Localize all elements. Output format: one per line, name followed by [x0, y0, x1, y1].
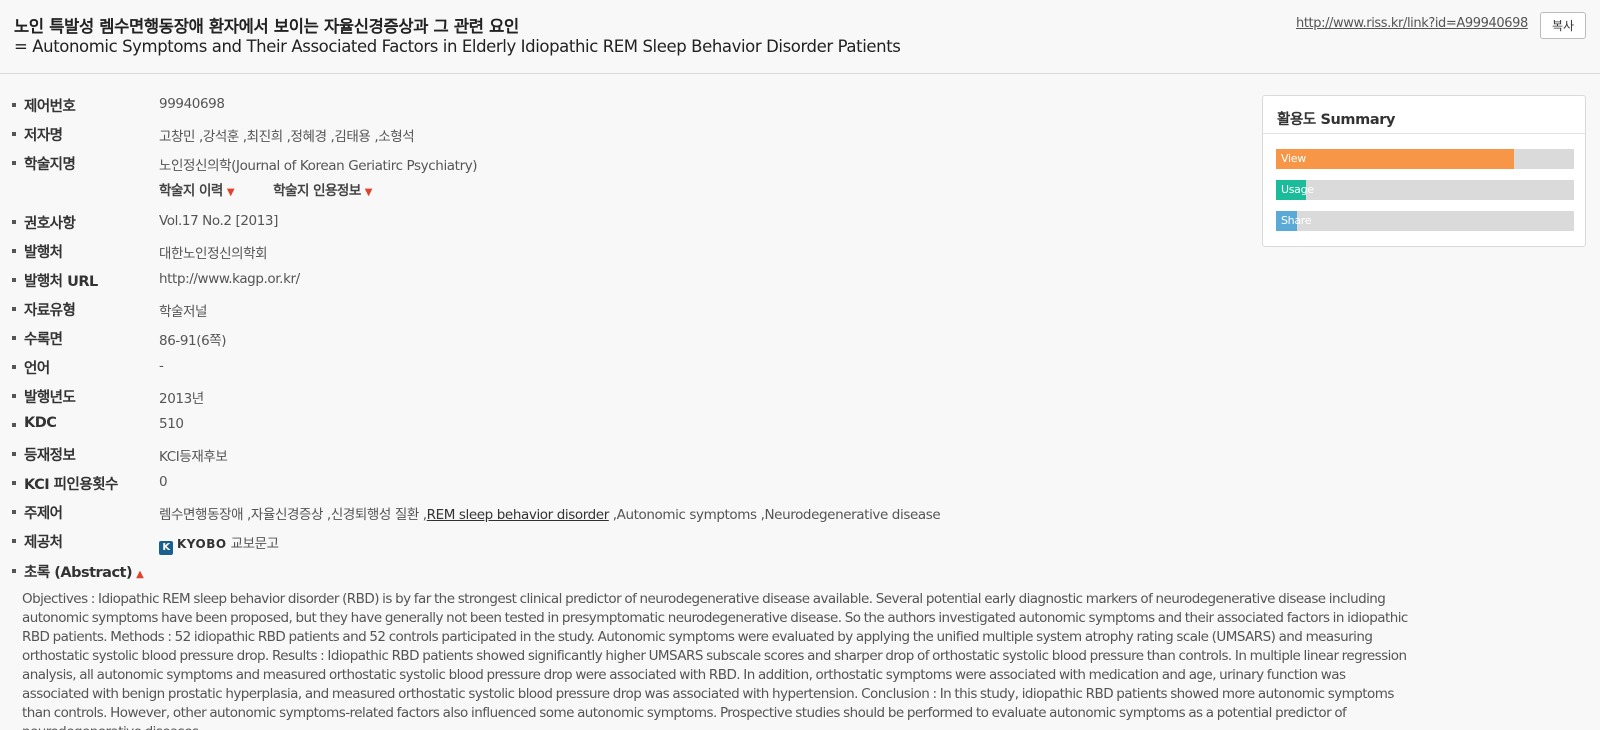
bullet-icon [12, 336, 16, 340]
field-label: KDC [24, 415, 57, 431]
bullet-icon [12, 481, 16, 485]
field-value: http://www.kagp.or.kr/ [159, 271, 300, 287]
bullet-icon [12, 278, 16, 282]
field-value: KCI등재후보 [159, 449, 228, 465]
copy-link-button[interactable]: 복사 [1540, 12, 1586, 39]
kyobo-logo-icon: K [159, 541, 173, 555]
summary-title: 활용도 Summary [1277, 112, 1396, 128]
field-language: 언어 - [0, 356, 1240, 378]
journal-sub-links: 학술지 이력 ▼ 학술지 인용정보 ▼ [159, 179, 372, 199]
journal-history-link[interactable]: 학술지 이력 ▼ [159, 179, 235, 199]
abstract-text: Objectives : Idiopathic REM sleep behavi… [22, 591, 1408, 730]
kyobo-brand: KYOBO [177, 537, 227, 551]
bullet-icon [12, 249, 16, 253]
bullet-icon [12, 307, 16, 311]
field-provider: 제공처 K KYOBO 교보문고 [0, 530, 1240, 555]
journal-citation-label: 학술지 인용정보 [273, 183, 361, 199]
bullet-icon [12, 365, 16, 369]
bullet-icon [12, 510, 16, 514]
field-value: 대한노인정신의학회 [159, 246, 268, 262]
usage-bar-label: Usage [1281, 183, 1314, 196]
field-label: 저자명 [24, 128, 63, 144]
field-label: 학술지명 [24, 157, 76, 173]
field-value: - [159, 358, 164, 374]
field-authors: 저자명 고창민 ,강석훈 ,최진희 ,정혜경 ,김태용 ,소형석 [0, 123, 1240, 145]
field-value: 2013년 [159, 391, 204, 407]
field-value: 고창민 ,강석훈 ,최진희 ,정혜경 ,김태용 ,소형석 [159, 129, 415, 145]
field-value: 노인정신의학(Journal of Korean Geriatirc Psych… [159, 158, 478, 174]
keywords-text: 렘수면행동장애 ,자율신경증상 ,신경퇴행성 질환 , [159, 507, 427, 523]
field-kdc: KDC 510 [0, 414, 1240, 436]
title-english: = Autonomic Symptoms and Their Associate… [14, 37, 901, 56]
field-label: 발행년도 [24, 390, 76, 406]
bullet-icon [12, 103, 16, 107]
field-label: 발행처 [24, 245, 63, 261]
field-value: 학술저널 [159, 304, 208, 320]
journal-citation-link[interactable]: 학술지 인용정보 ▼ [273, 179, 372, 199]
field-pages: 수록면 86-91(6쪽) [0, 327, 1240, 349]
title-korean: 노인 특발성 렘수면행동장애 환자에서 보이는 자율신경증상과 그 관련 요인 [14, 17, 519, 36]
provider-name: 교보문고 [230, 536, 279, 552]
field-volume: 권호사항 Vol.17 No.2 [2013] [0, 211, 1240, 233]
field-label: 발행처 URL [24, 274, 98, 290]
field-keywords: 주제어 렘수면행동장애 ,자율신경증상 ,신경퇴행성 질환 ,REM sleep… [0, 501, 1240, 523]
view-bar-fill [1276, 149, 1515, 169]
field-publisher: 발행처 대한노인정신의학회 [0, 240, 1240, 262]
bullet-icon [12, 161, 16, 165]
triangle-up-icon: ▲ [136, 569, 144, 580]
abstract-label: 초록 (Abstract) ▲ [24, 561, 144, 582]
provider-link[interactable]: K KYOBO 교보문고 [159, 532, 279, 555]
triangle-down-icon: ▼ [226, 187, 235, 198]
field-value: 렘수면행동장애 ,자율신경증상 ,신경퇴행성 질환 ,REM sleep beh… [159, 503, 941, 523]
field-publisher-url: 발행처 URL http://www.kagp.or.kr/ [0, 269, 1240, 291]
share-bar-label: Share [1281, 214, 1312, 227]
field-value: 0 [159, 474, 168, 490]
view-bar: View [1276, 149, 1574, 169]
field-label: 제어번호 [24, 99, 76, 115]
field-value: 99940698 [159, 96, 225, 112]
bullet-icon [12, 220, 16, 224]
field-label: 권호사항 [24, 216, 76, 232]
field-value: Vol.17 No.2 [2013] [159, 213, 278, 229]
bullet-icon [12, 132, 16, 136]
field-control-no: 제어번호 99940698 [0, 94, 1240, 116]
journal-history-label: 학술지 이력 [159, 183, 223, 199]
field-label: 제공처 [24, 535, 63, 551]
field-registration: 등재정보 KCI등재후보 [0, 443, 1240, 465]
field-label: 등재정보 [24, 448, 76, 464]
field-label: KCI 피인용횟수 [24, 477, 118, 493]
field-value: 510 [159, 416, 184, 432]
share-bar: Share [1276, 211, 1574, 231]
field-label: 주제어 [24, 506, 63, 522]
keywords-text: ,Autonomic symptoms ,Neurodegenerative d… [608, 507, 941, 523]
bullet-icon [12, 423, 16, 427]
field-doc-type: 자료유형 학술저널 [0, 298, 1240, 320]
page-header: 노인 특발성 렘수면행동장애 환자에서 보이는 자율신경증상과 그 관련 요인 … [0, 0, 1600, 74]
field-label: 수록면 [24, 332, 63, 348]
field-kci-citations: KCI 피인용횟수 0 [0, 472, 1240, 494]
field-value: 86-91(6쪽) [159, 333, 227, 349]
usage-bar: Usage [1276, 180, 1574, 200]
bullet-icon [12, 569, 16, 573]
bullet-icon [12, 539, 16, 543]
permalink-url[interactable]: http://www.riss.kr/link?id=A99940698 [1296, 16, 1528, 31]
field-label: 언어 [24, 361, 50, 377]
bullet-icon [12, 452, 16, 456]
field-year: 발행년도 2013년 [0, 385, 1240, 407]
abstract-label-text: 초록 (Abstract) [24, 565, 133, 581]
view-bar-label: View [1281, 152, 1306, 165]
usage-summary-panel: 활용도 Summary View Usage Share [1262, 95, 1586, 247]
abstract-toggle[interactable]: 초록 (Abstract) ▲ [0, 560, 300, 582]
bullet-icon [12, 394, 16, 398]
triangle-down-icon: ▼ [364, 187, 373, 198]
divider [1263, 133, 1585, 134]
field-label: 자료유형 [24, 303, 76, 319]
keyword-link[interactable]: REM sleep behavior disorder [427, 507, 610, 523]
field-journal: 학술지명 노인정신의학(Journal of Korean Geriatirc … [0, 152, 1240, 174]
